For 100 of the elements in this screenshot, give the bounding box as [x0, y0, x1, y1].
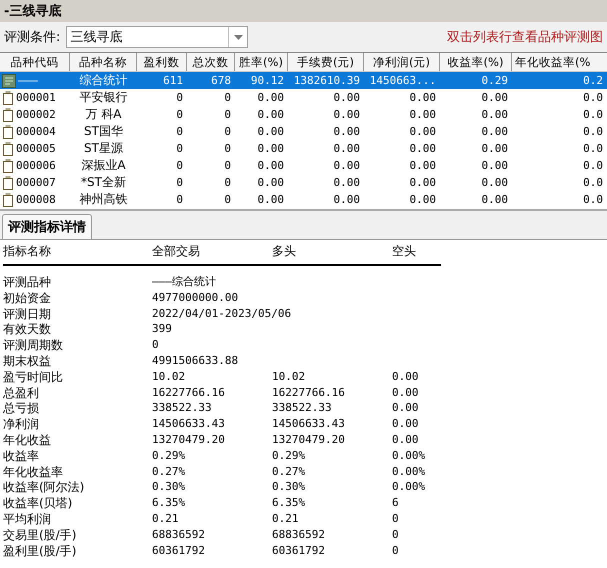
table-cell-text: 0 — [224, 124, 231, 140]
detail-cell-text: 60361792 — [272, 542, 326, 558]
details-tab[interactable]: 评测指标详情 — [2, 214, 92, 239]
detail-cell-text: 交易里(股/手) — [3, 526, 78, 543]
column-header[interactable]: 年化收益率(% — [512, 53, 607, 71]
table-row[interactable]: 000001 平安银行 0 0 0.00 0.00 0.00 0.00 0.0 — [0, 89, 607, 106]
table-cell-text: 0.00 — [258, 90, 284, 106]
table-cell: 深振业A — [81, 157, 126, 174]
detail-cell-text: 16227766.16 — [272, 384, 346, 400]
detail-cell-text: 6.35% — [152, 495, 186, 511]
detail-cell-text: 0.00% — [392, 479, 426, 496]
table-cell-text: 0.00 — [334, 107, 360, 123]
table-cell-text: 0.0 — [583, 158, 603, 174]
detail-cell-text: 年化收益率 — [3, 464, 64, 480]
table-cell-text: 0.0 — [583, 141, 603, 157]
table-cell-text: 1450663... — [370, 73, 436, 89]
detail-cell-text: 0.29% — [272, 448, 306, 464]
detail-cell-text: 0 — [152, 337, 160, 353]
column-header[interactable]: 盈利数 — [137, 53, 187, 71]
table-cell-text: 0 — [176, 192, 183, 208]
detail-cell-text: 评测周期数 — [3, 337, 64, 353]
table-row[interactable]: 000007 *ST全新 0 0 0.00 0.00 0.00 0.00 0.0 — [0, 174, 607, 191]
condition-dropdown[interactable]: 三线寻底 — [66, 26, 248, 48]
detail-cell-text: 总盈利 — [3, 384, 40, 400]
column-header[interactable]: 手续费(元) — [288, 53, 364, 71]
detail-cell-text: 6.35% — [272, 495, 306, 511]
hint-text: 双击列表行查看品种评测图 — [447, 29, 603, 46]
table-cell-text: 0.00 — [334, 158, 360, 174]
table-row[interactable]: 000008 神州高铁 0 0 0.00 0.00 0.00 0.00 0.0 — [0, 191, 607, 208]
table-row[interactable]: 000005 ST星源 0 0 0.00 0.00 0.00 0.00 0.0 — [0, 140, 607, 157]
detail-cell-text: 60361792 — [152, 542, 206, 558]
column-header[interactable]: 品种代码 — [0, 53, 70, 71]
column-header[interactable]: 净利润(元) — [364, 53, 440, 71]
table-cell-text: 0 — [224, 158, 231, 174]
table-cell-text: 0.29 — [482, 73, 508, 89]
detail-cell-text: 总亏损 — [3, 400, 40, 416]
column-header[interactable]: 总次数 — [187, 53, 235, 71]
table-cell-text: 0 — [176, 158, 183, 174]
table-cell-text: 0 — [176, 141, 183, 157]
detail-cell-text: 收益率(贝塔) — [3, 495, 74, 511]
detail-cell-text: ———综合统计 — [152, 274, 217, 290]
table-cell-text: 0.00 — [410, 107, 436, 123]
detail-cell-text: 0.00 — [392, 368, 420, 385]
detail-cell-text: 净利润 — [3, 416, 40, 432]
detail-cell-text: 13270479.20 — [152, 432, 226, 448]
table-cell-text: 0.00 — [410, 141, 436, 157]
detail-cell-text: 评测品种 — [3, 274, 52, 290]
table-cell-text: 0.00 — [258, 141, 284, 157]
table-cell-text: 0.00 — [410, 90, 436, 106]
condition-label: 评测条件: — [4, 29, 60, 46]
table-cell-text: 1382610.39 — [294, 73, 360, 89]
table-cell-text: 0.00 — [258, 192, 284, 208]
detail-cell-text: 0.00% — [392, 448, 426, 464]
detail-cell-text: 10.02 — [152, 368, 186, 385]
table-cell-text: 0.00 — [258, 175, 284, 191]
table-cell-text: 0 — [224, 90, 231, 106]
table-cell-text: 000005 — [16, 141, 56, 157]
table-cell-text: 000001 — [16, 90, 56, 106]
table-cell-text: 0.00 — [334, 141, 360, 157]
detail-cell-text: 68836592 — [152, 526, 206, 543]
table-row[interactable]: 000004 ST国华 0 0 0.00 0.00 0.00 0.00 0.0 — [0, 123, 607, 140]
detail-cell-text: 0.00 — [392, 432, 420, 448]
table-cell-text: 0.00 — [334, 192, 360, 208]
table-cell-text: 0.00 — [258, 107, 284, 123]
table-cell-text: 0.00 — [482, 192, 508, 208]
table-cell-text: 611 — [163, 73, 183, 89]
table-cell-text: 0.00 — [258, 124, 284, 140]
detail-cell-text: 16227766.16 — [152, 384, 226, 400]
table-cell-text: 0.0 — [583, 90, 603, 106]
table-cell-text: 000007 — [16, 175, 56, 191]
table-cell-text: 0.2 — [583, 73, 603, 89]
table-cell-text: 0.0 — [583, 124, 603, 140]
detail-cell: 2022/04/01-2023/05/06 — [152, 306, 292, 322]
table-cell-text: 0.00 — [410, 158, 436, 174]
table-cell-text: 0.00 — [258, 158, 284, 174]
table-cell-text: 0 — [176, 175, 183, 191]
table-row[interactable]: ——— 综合统计 611 678 90.12 1382610.39 1450663... 0.29 0.2 — [0, 72, 607, 89]
detail-cell-text: 68836592 — [272, 526, 326, 543]
detail-cell-text: 0.21 — [272, 510, 300, 527]
table-cell-text: ——— — [18, 73, 38, 89]
detail-cell-text: 有效天数 — [3, 321, 52, 338]
table-row[interactable]: 000002 万 科A 0 0 0.00 0.00 0.00 0.00 0.0 — [0, 106, 607, 123]
table-cell-text: 0.00 — [482, 124, 508, 140]
detail-cell-text: 0.27% — [272, 464, 306, 480]
table-row[interactable]: 000006 深振业A 0 0 0.00 0.00 0.00 0.00 0.0 — [0, 157, 607, 174]
column-header[interactable]: 品种名称 — [70, 53, 137, 71]
table-cell-text: 0.00 — [482, 141, 508, 157]
column-header[interactable]: 收益率(%) — [440, 53, 512, 71]
detail-cell-text: 0.30% — [152, 479, 186, 496]
detail-cell-text: 338522.33 — [272, 400, 333, 416]
table-cell-text: 678 — [211, 73, 231, 89]
column-header[interactable]: 胜率(%) — [235, 53, 288, 71]
dropdown-arrow-icon — [234, 34, 243, 40]
table-cell-text: 0 — [224, 175, 231, 191]
detail-cell-text: 338522.33 — [152, 400, 213, 416]
detail-cell-text: 6 — [392, 495, 400, 511]
detail-cell-text: 评测日期 — [3, 306, 52, 322]
table-cell-text: 0 — [176, 107, 183, 123]
table-cell-text: 0.00 — [410, 192, 436, 208]
table-cell-text: 000006 — [16, 158, 56, 174]
